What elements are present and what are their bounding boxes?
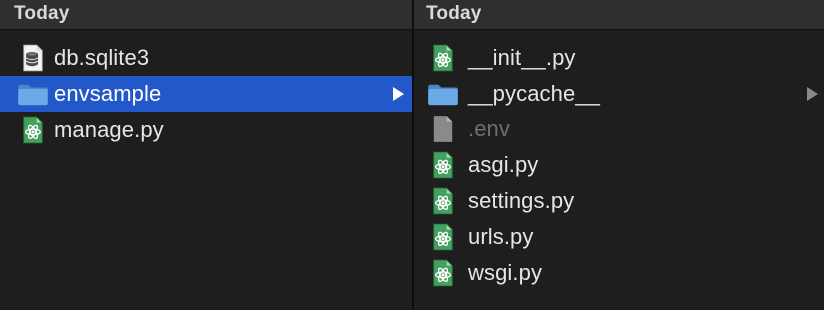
python-atom-file-icon bbox=[426, 150, 460, 180]
folder-icon bbox=[426, 79, 460, 109]
folder-row-envsample[interactable]: envsample bbox=[0, 76, 412, 112]
file-row-db-sqlite3[interactable]: db.sqlite3 bbox=[0, 40, 412, 76]
file-name: settings.py bbox=[468, 188, 575, 214]
disclosure-arrow-icon bbox=[393, 87, 404, 101]
folder-name: __pycache__ bbox=[468, 80, 600, 106]
python-atom-file-icon bbox=[426, 258, 460, 288]
file-row-manage-py[interactable]: manage.py bbox=[0, 112, 412, 148]
file-name: __init__.py bbox=[468, 44, 576, 70]
file-name: urls.py bbox=[468, 223, 534, 249]
python-atom-file-icon bbox=[426, 222, 460, 252]
file-row-env[interactable]: .env bbox=[414, 112, 824, 148]
file-row-settings-py[interactable]: settings.py bbox=[414, 183, 824, 219]
folder-icon bbox=[16, 79, 50, 109]
generic-file-icon bbox=[426, 114, 460, 144]
file-name: asgi.py bbox=[468, 152, 539, 178]
file-row-wsgi-py[interactable]: wsgi.py bbox=[414, 255, 824, 291]
python-atom-file-icon bbox=[16, 115, 50, 145]
sqlite-database-icon bbox=[16, 43, 50, 73]
finder-column-browser: Today db.sqlite3 envsample manage.py Tod… bbox=[0, 0, 824, 310]
file-row-init-py[interactable]: __init__.py bbox=[414, 40, 824, 76]
folder-row-pycache[interactable]: __pycache__ bbox=[414, 76, 824, 112]
folder-name: envsample bbox=[54, 81, 162, 106]
column-2: Today __init__.py __pycache__ .env asgi.… bbox=[414, 0, 824, 310]
file-name: db.sqlite3 bbox=[54, 45, 150, 70]
python-atom-file-icon bbox=[426, 186, 460, 216]
disclosure-arrow-icon bbox=[807, 86, 818, 101]
file-name: .env bbox=[468, 116, 510, 142]
column-1: Today db.sqlite3 envsample manage.py bbox=[0, 0, 412, 310]
file-list: db.sqlite3 envsample manage.py bbox=[0, 30, 412, 148]
column-header: Today bbox=[0, 0, 412, 30]
python-atom-file-icon bbox=[426, 43, 460, 73]
file-name: wsgi.py bbox=[468, 259, 543, 285]
file-list: __init__.py __pycache__ .env asgi.py set… bbox=[414, 30, 824, 291]
file-row-urls-py[interactable]: urls.py bbox=[414, 219, 824, 255]
file-row-asgi-py[interactable]: asgi.py bbox=[414, 147, 824, 183]
file-name: manage.py bbox=[54, 117, 164, 142]
column-header: Today bbox=[414, 0, 824, 30]
